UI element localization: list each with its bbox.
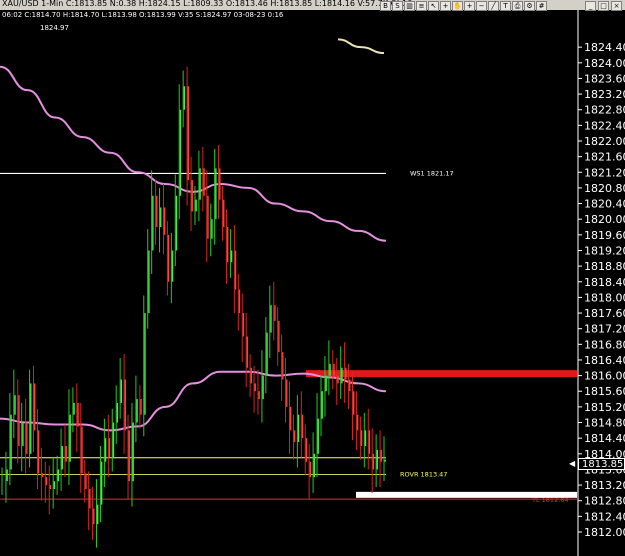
y-tick-label: 1816.80 — [584, 338, 625, 351]
ma-upper-line — [0, 65, 387, 242]
y-tick-label: 1819.20 — [584, 244, 625, 257]
y-tick-label: 1822.00 — [584, 135, 625, 148]
y-tick-label: 1823.60 — [584, 72, 625, 85]
y-tick-label: 1822.40 — [584, 119, 625, 132]
y-tick-label: 1820.80 — [584, 182, 625, 195]
y-tick-label: 1818.00 — [584, 291, 625, 304]
y-tick-label: 1820.00 — [584, 213, 625, 226]
y-tick-label: 1820.40 — [584, 198, 625, 211]
y-tick-label: 1821.20 — [584, 166, 625, 179]
ma-lower-line — [0, 370, 387, 432]
last-price-tag: 1813.85 — [578, 458, 625, 470]
y-tick-label: 1812.00 — [584, 526, 625, 539]
y-tick-label: 1823.20 — [584, 88, 625, 101]
y-tick-label: 1812.80 — [584, 495, 625, 508]
y-tick-label: 1816.00 — [584, 370, 625, 383]
ma-top-line — [337, 38, 385, 55]
y-tick-label: 1818.40 — [584, 276, 625, 289]
price-marker-icon: ◀ — [569, 459, 576, 468]
resistance-bar — [306, 370, 577, 378]
y-tick-label: 1814.80 — [584, 417, 625, 430]
support-bar — [356, 491, 577, 498]
y-tick-label: 1822.80 — [584, 104, 625, 117]
y-tick-label: 1824.40 — [584, 41, 625, 54]
y-tick-label: 1821.60 — [584, 151, 625, 164]
y-tick-label: 1817.60 — [584, 307, 625, 320]
y-tick-label: 1818.80 — [584, 260, 625, 273]
y-tick-label: 1817.20 — [584, 323, 625, 336]
rovr-label: ROVR 1813.47 — [400, 471, 447, 479]
y-tick-label: 1824.00 — [584, 57, 625, 70]
y-tick-label: 1813.20 — [584, 479, 625, 492]
y-tick-label: 1816.40 — [584, 354, 625, 367]
y-tick-label: 1815.60 — [584, 385, 625, 398]
ws1-label: WS1 1821.17 — [410, 169, 454, 177]
y-tick-label: 1814.40 — [584, 432, 625, 445]
price-chart[interactable]: 1824.40 1824.00 1823.60 1823.20 1822.80 1822.… — [0, 0, 625, 556]
y-tick-label: 1819.60 — [584, 229, 625, 242]
y-tick-label: 1815.20 — [584, 401, 625, 414]
y-tick-label: 1812.40 — [584, 510, 625, 523]
